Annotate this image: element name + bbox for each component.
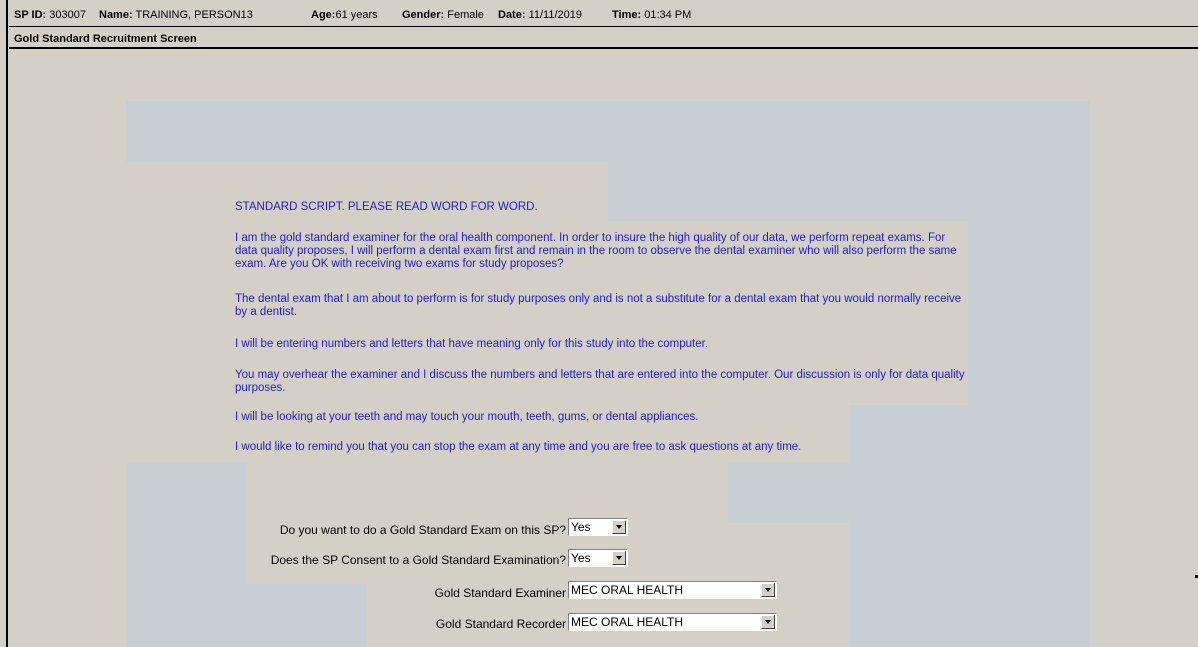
bg-panel-right-low	[728, 463, 1090, 523]
sp-id: SP ID: 303007	[14, 9, 86, 21]
window-left-border	[6, 0, 8, 647]
examiner-label: Gold Standard Examiner	[434, 586, 566, 600]
gender-label: Gender:	[402, 9, 445, 21]
patient-header: SP ID: 303007 Name: TRAINING, PERSON13 A…	[9, 6, 1198, 26]
script-paragraph-6: I would like to remind you that you can …	[235, 441, 802, 453]
recorder-label: Gold Standard Recorder	[435, 617, 566, 631]
time-label: Time:	[612, 9, 642, 21]
time-value: 01:34 PM	[644, 9, 692, 21]
screen-title: Gold Standard Recruitment Screen	[14, 33, 197, 45]
sp-consent-label: Does the SP Consent to a Gold Standard E…	[270, 553, 566, 567]
name-label: Name:	[99, 9, 133, 21]
date-value: 11/11/2019	[528, 9, 582, 21]
script-paragraph-5: I will be looking at your teeth and may …	[235, 411, 699, 423]
date-label: Date:	[498, 9, 526, 21]
script-heading: STANDARD SCRIPT. PLEASE READ WORD FOR WO…	[235, 201, 538, 213]
chevron-down-icon[interactable]	[761, 615, 775, 629]
patient-age: Age:61 years	[311, 9, 378, 21]
bg-panel-left-bottom	[126, 584, 366, 647]
examiner-value: MEC ORAL HEALTH	[571, 583, 684, 597]
title-divider	[9, 47, 1198, 49]
script-paragraph-2: The dental exam that I am about to perfo…	[235, 293, 962, 318]
script-paragraph-4: You may overhear the examiner and I disc…	[235, 369, 965, 394]
recorder-value: MEC ORAL HEALTH	[571, 615, 684, 629]
gold-standard-exam-value: Yes	[571, 520, 591, 534]
patient-name: Name: TRAINING, PERSON13	[99, 9, 253, 21]
recorder-select[interactable]: MEC ORAL HEALTH	[568, 613, 777, 631]
name-value: TRAINING, PERSON13	[135, 9, 253, 21]
sp-id-value: 303007	[49, 9, 86, 21]
chevron-down-icon[interactable]	[612, 551, 626, 565]
examiner-select[interactable]: MEC ORAL HEALTH	[568, 581, 777, 599]
chevron-down-icon[interactable]	[612, 520, 626, 534]
bg-panel-right-bottom	[849, 523, 1090, 647]
age-value: 61 years	[335, 9, 378, 21]
age-label: Age:	[311, 9, 336, 21]
sp-consent-select[interactable]: Yes	[568, 549, 628, 567]
bg-panel-right-edge	[968, 221, 1090, 405]
exam-time: Time: 01:34 PM	[612, 9, 691, 21]
script-paragraph-1: I am the gold standard examiner for the …	[235, 232, 957, 270]
script-paragraph-3: I will be entering numbers and letters t…	[235, 338, 709, 350]
exam-date: Date: 11/11/2019	[498, 9, 582, 21]
bg-panel-left-low	[126, 463, 247, 584]
gender-value: Female	[447, 9, 484, 21]
gold-standard-exam-select[interactable]: Yes	[568, 518, 628, 536]
header-divider	[9, 26, 1198, 27]
bg-panel-top	[126, 101, 1090, 162]
sp-id-label: SP ID:	[14, 9, 47, 21]
patient-gender: Gender: Female	[402, 9, 484, 21]
sp-consent-value: Yes	[571, 551, 591, 565]
gold-standard-exam-label: Do you want to do a Gold Standard Exam o…	[279, 523, 566, 537]
chevron-down-icon[interactable]	[761, 583, 775, 597]
